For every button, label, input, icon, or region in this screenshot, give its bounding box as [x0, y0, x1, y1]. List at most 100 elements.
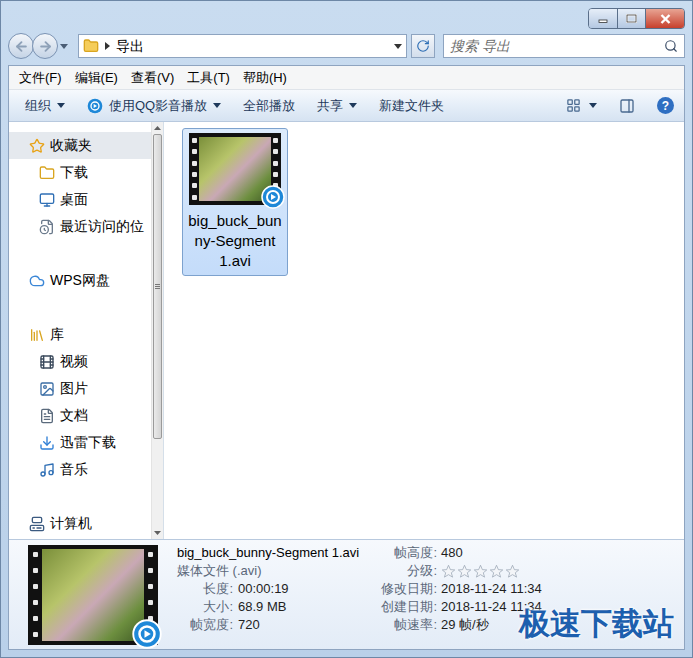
search-box[interactable]: 搜索 导出	[443, 34, 685, 58]
nav-item[interactable]: 计算机	[9, 510, 151, 537]
nav-item[interactable]: 文档	[9, 402, 151, 429]
details-name: big_buck_bunny-Segment 1.avi	[177, 544, 367, 562]
refresh-button[interactable]	[411, 34, 435, 58]
rating-star-icon[interactable]	[489, 564, 504, 579]
details-field: 分级:	[367, 562, 542, 580]
toolbar-button[interactable]: 使用QQ影音播放	[87, 96, 221, 116]
computer-icon	[29, 516, 45, 532]
file-item[interactable]: big_buck_bunny-Segment 1.avi	[182, 128, 288, 276]
download-icon	[39, 435, 55, 451]
video-icon	[39, 354, 55, 370]
video-thumbnail	[189, 133, 281, 205]
menu-item[interactable]: 文件(F)	[19, 68, 62, 88]
details-type: 媒体文件 (.avi)	[177, 562, 367, 580]
music-icon	[39, 462, 55, 478]
view-button[interactable]	[566, 98, 597, 113]
nav-item[interactable]: 迅雷下载	[9, 429, 151, 456]
close-button[interactable]	[646, 9, 684, 28]
nav-item[interactable]: 下载	[9, 159, 151, 186]
search-placeholder: 搜索 导出	[450, 36, 664, 57]
minimize-button[interactable]	[589, 9, 618, 28]
breadcrumb-item[interactable]: 导出	[116, 36, 144, 57]
search-icon	[664, 39, 678, 53]
explorer-window: 导出 搜索 导出文件(F) 编辑(E) 查看(V) 工具(T) 帮助(H) 组织 使用QQ影音…	[0, 0, 693, 658]
nav-item[interactable]: 图片	[9, 375, 151, 402]
desktop-icon	[39, 192, 55, 208]
breadcrumb-arrow-icon	[105, 42, 110, 50]
forward-arrow-icon	[38, 39, 53, 54]
rating-star-icon[interactable]	[505, 564, 520, 579]
menu-bar: 文件(F) 编辑(E) 查看(V) 工具(T) 帮助(H)	[9, 66, 684, 90]
details-field: 帧速率:29 帧/秒	[367, 616, 542, 634]
back-button[interactable]	[8, 33, 34, 59]
back-arrow-icon	[14, 39, 29, 54]
rating-star-icon[interactable]	[441, 564, 456, 579]
menu-item[interactable]: 查看(V)	[131, 68, 174, 88]
scroll-down-icon[interactable]	[154, 531, 161, 535]
nav-item[interactable]: 音乐	[9, 456, 151, 483]
details-field: 修改日期:2018-11-24 11:34	[367, 580, 542, 598]
title-bar	[8, 1, 685, 31]
preview-pane-icon[interactable]	[619, 98, 635, 114]
rating-star-icon[interactable]	[457, 564, 472, 579]
watermark: 极速下载站	[519, 601, 674, 648]
address-bar[interactable]: 导出	[78, 34, 407, 58]
body: 收藏夹下载桌面最近访问的位 WPS网盘库视频图片文档迅雷下载音乐计算机 big_bu…	[9, 122, 684, 539]
document-icon	[39, 408, 55, 424]
navigation-pane: 收藏夹下载桌面最近访问的位 WPS网盘库视频图片文档迅雷下载音乐计算机	[9, 122, 164, 539]
toolbar-button[interactable]: 新建文件夹	[379, 96, 444, 116]
details-field: 长度:00:00:19	[177, 580, 367, 598]
maximize-icon	[626, 14, 637, 23]
details-field: 帧高度:480	[367, 544, 542, 562]
rating-star-icon[interactable]	[473, 564, 488, 579]
view-icon	[566, 98, 581, 113]
nav-scrollbar[interactable]	[151, 122, 163, 539]
toolbar-button[interactable]: 共享	[317, 96, 357, 116]
dropdown-arrow-icon	[57, 103, 65, 108]
nav-item[interactable]: 最近访问的位	[9, 213, 151, 240]
player-badge-icon	[132, 619, 162, 649]
refresh-icon	[416, 39, 430, 53]
maximize-button[interactable]	[618, 9, 646, 28]
picture-icon	[39, 381, 55, 397]
menu-item[interactable]: 帮助(H)	[243, 68, 287, 88]
inner-panel: 文件(F) 编辑(E) 查看(V) 工具(T) 帮助(H) 组织 使用QQ影音播放 全部播放 共…	[8, 65, 685, 650]
address-dropdown-icon[interactable]	[394, 44, 402, 49]
help-button[interactable]: ?	[657, 97, 674, 114]
nav-item[interactable]: WPS网盘	[9, 267, 151, 294]
details-left: big_buck_bunny-Segment 1.avi媒体文件 (.avi)长…	[177, 540, 367, 649]
file-area: big_buck_bunny-Segment 1.avi	[164, 122, 684, 539]
rating-stars[interactable]	[441, 564, 520, 579]
dropdown-arrow-icon	[349, 103, 357, 108]
dropdown-arrow-icon	[213, 103, 221, 108]
menu-item[interactable]: 编辑(E)	[75, 68, 118, 88]
nav-item[interactable]: 视频	[9, 348, 151, 375]
scroll-up-icon[interactable]	[154, 126, 161, 130]
nav-item[interactable]: 收藏夹	[9, 132, 151, 159]
toolbar: 组织 使用QQ影音播放 全部播放 共享 新建文件夹?	[9, 90, 684, 122]
nav-item[interactable]: 桌面	[9, 186, 151, 213]
close-icon	[660, 14, 671, 24]
toolbar-button[interactable]: 组织	[25, 96, 65, 116]
forward-button[interactable]	[32, 33, 58, 59]
nav-item[interactable]: 库	[9, 321, 151, 348]
qq-player-icon	[87, 98, 103, 114]
dropdown-arrow-icon	[589, 103, 597, 108]
folder-icon	[83, 38, 99, 54]
address-row: 导出 搜索 导出	[8, 31, 685, 61]
details-right: 帧高度:480分级:修改日期:2018-11-24 11:34创建日期:2018…	[367, 540, 542, 649]
folder-icon	[39, 165, 55, 181]
toolbar-button[interactable]: 全部播放	[243, 96, 295, 116]
details-field: 帧宽度:720	[177, 616, 367, 634]
star-icon	[29, 138, 45, 154]
player-badge-icon	[261, 185, 285, 209]
recent-icon	[39, 219, 55, 235]
scroll-thumb[interactable]	[153, 134, 162, 439]
details-field: 大小:68.9 MB	[177, 598, 367, 616]
cloud-icon	[29, 273, 45, 289]
minimize-icon	[598, 15, 608, 23]
menu-item[interactable]: 工具(T)	[187, 68, 230, 88]
details-field: 创建日期:2018-11-24 11:34	[367, 598, 542, 616]
history-dropdown-icon[interactable]	[60, 44, 68, 49]
library-icon	[29, 327, 45, 343]
